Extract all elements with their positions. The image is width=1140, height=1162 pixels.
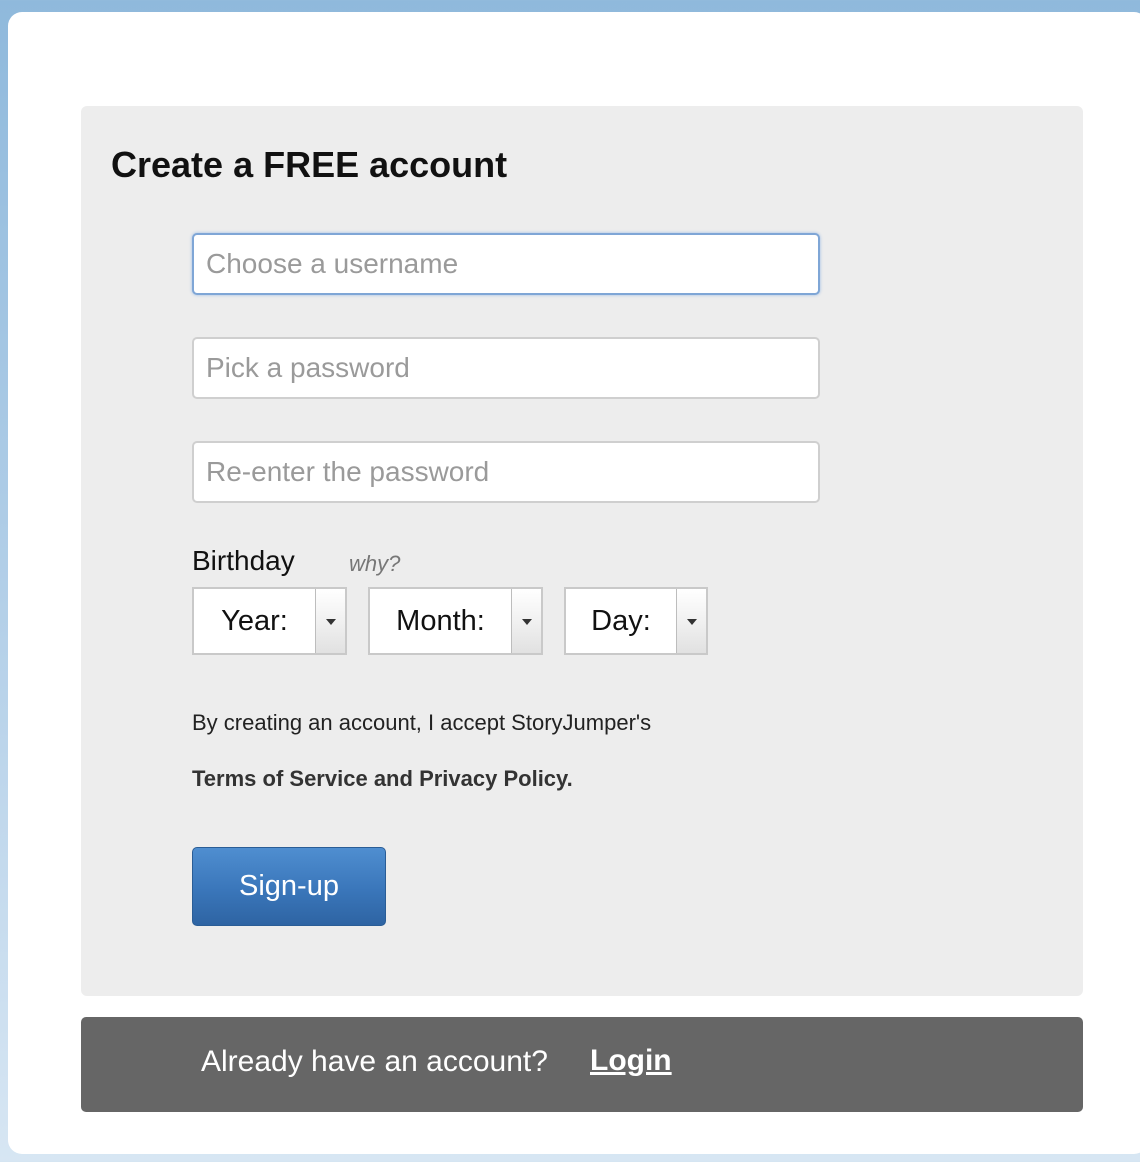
birthday-label: Birthday [192,545,295,576]
signup-dialog: Create a FREE account Birthday why? Year… [8,12,1140,1154]
login-link[interactable]: Login [590,1044,672,1078]
month-select-label: Month: [396,604,485,637]
password-confirm-input[interactable] [192,441,820,503]
year-select-label: Year: [221,604,288,637]
signup-button[interactable]: Sign-up [192,847,386,926]
chevron-down-icon[interactable] [676,589,706,653]
login-prompt: Already have an account? [201,1045,548,1078]
terms-and-text: and [373,766,413,791]
day-select-label: Day: [591,604,651,637]
terms-text: By creating an account, I accept StoryJu… [192,710,652,735]
signup-panel: Create a FREE account Birthday why? Year… [81,106,1083,996]
terms-of-service-link[interactable]: Terms of Service [192,766,368,791]
chevron-down-icon[interactable] [315,589,345,653]
login-bar: Already have an account? Login [81,1017,1083,1112]
day-select[interactable]: Day: [564,587,708,655]
privacy-policy-link[interactable]: Privacy Policy. [419,766,573,791]
username-input[interactable] [192,233,820,295]
password-input[interactable] [192,337,820,399]
chevron-down-icon[interactable] [511,589,541,653]
page-title: Create a FREE account [111,144,508,185]
month-select[interactable]: Month: [368,587,543,655]
year-select[interactable]: Year: [192,587,347,655]
why-link[interactable]: why? [349,551,400,577]
terms-links: Terms of Service and Privacy Policy. [192,766,573,792]
